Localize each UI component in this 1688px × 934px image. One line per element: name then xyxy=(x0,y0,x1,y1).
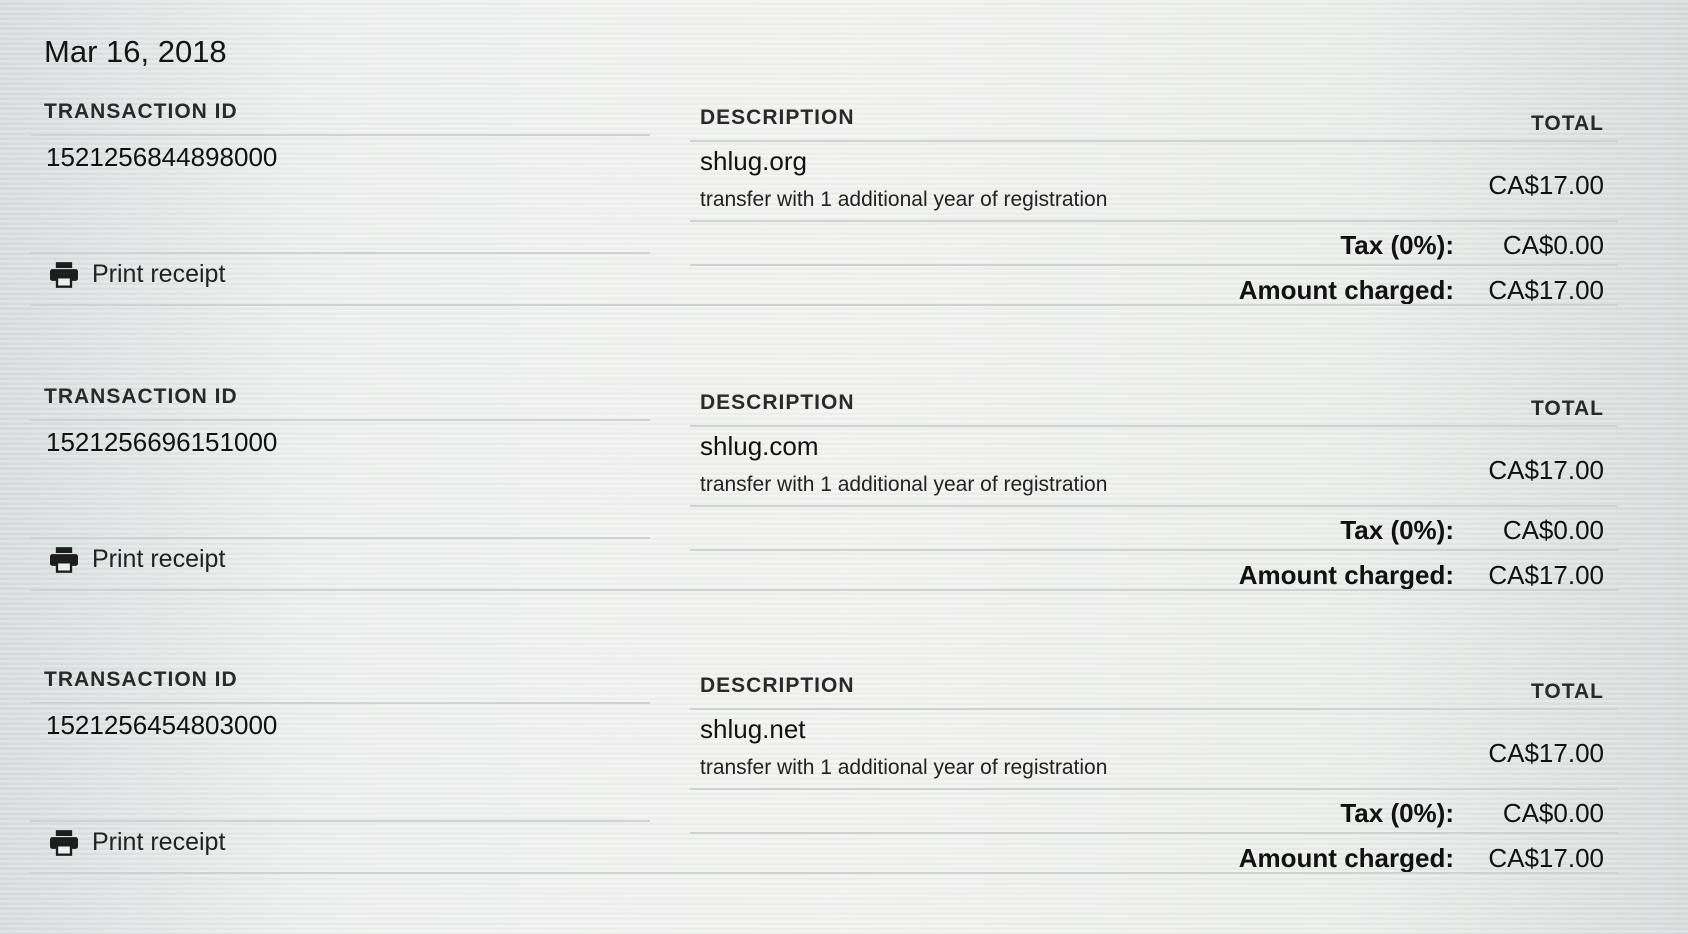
description-text: transfer with 1 additional year of regis… xyxy=(700,756,1108,779)
divider xyxy=(690,505,1618,507)
divider xyxy=(30,134,650,136)
total-header: TOTAL xyxy=(1530,112,1604,135)
tax-label: Tax (0%): xyxy=(1340,230,1454,260)
total-header: TOTAL xyxy=(1530,680,1604,703)
transaction-block: TRANSACTION ID 1521256454803000 DESCRIPT… xyxy=(30,668,1618,898)
transaction-date: Mar 16, 2018 xyxy=(44,34,227,69)
transaction-id-header: TRANSACTION ID xyxy=(44,668,238,691)
print-receipt-button[interactable]: Print receipt xyxy=(50,828,225,857)
tax-label: Tax (0%): xyxy=(1340,515,1454,545)
divider xyxy=(690,220,1618,222)
divider xyxy=(690,264,1618,266)
total-value: CA$17.00 xyxy=(1488,170,1604,200)
transaction-id-value: 1521256454803000 xyxy=(46,710,278,740)
tax-value: CA$0.00 xyxy=(1502,798,1604,828)
amount-charged-value: CA$17.00 xyxy=(1488,843,1604,873)
print-receipt-label: Print receipt xyxy=(92,545,226,573)
description-header: DESCRIPTION xyxy=(700,391,855,414)
divider xyxy=(30,872,1618,874)
total-value: CA$17.00 xyxy=(1488,455,1604,485)
transaction-block: TRANSACTION ID 1521256844898000 DESCRIPT… xyxy=(30,100,1618,330)
print-receipt-button[interactable]: Print receipt xyxy=(50,260,225,289)
print-receipt-button[interactable]: Print receipt xyxy=(50,545,225,574)
transaction-id-header: TRANSACTION ID xyxy=(44,100,238,123)
print-receipt-label: Print receipt xyxy=(92,260,226,288)
domain-name: shlug.net xyxy=(700,714,806,744)
divider xyxy=(690,708,1618,710)
divider xyxy=(690,425,1618,427)
description-header: DESCRIPTION xyxy=(700,674,855,697)
print-receipt-label: Print receipt xyxy=(92,828,226,856)
divider xyxy=(30,419,650,421)
tax-value: CA$0.00 xyxy=(1502,230,1604,260)
total-header: TOTAL xyxy=(1530,397,1604,420)
tax-label: Tax (0%): xyxy=(1340,798,1454,828)
amount-charged-value: CA$17.00 xyxy=(1488,275,1604,305)
transaction-block: TRANSACTION ID 1521256696151000 DESCRIPT… xyxy=(30,385,1618,615)
transaction-id-value: 1521256696151000 xyxy=(46,427,278,457)
divider xyxy=(690,832,1618,834)
divider xyxy=(30,820,650,822)
domain-name: shlug.org xyxy=(700,146,807,176)
divider xyxy=(30,702,650,704)
transaction-id-value: 1521256844898000 xyxy=(46,142,278,172)
receipt-screen: Mar 16, 2018 TRANSACTION ID 152125684489… xyxy=(0,0,1688,934)
divider xyxy=(690,549,1618,551)
printer-icon xyxy=(50,829,78,856)
divider xyxy=(30,537,650,539)
divider xyxy=(690,788,1618,790)
description-text: transfer with 1 additional year of regis… xyxy=(700,188,1108,211)
divider xyxy=(30,589,1618,591)
description-header: DESCRIPTION xyxy=(700,106,855,129)
amount-charged-label: Amount charged: xyxy=(1238,560,1454,590)
amount-charged-value: CA$17.00 xyxy=(1488,560,1604,590)
divider xyxy=(690,140,1618,142)
printer-icon xyxy=(50,546,78,573)
description-text: transfer with 1 additional year of regis… xyxy=(700,473,1108,496)
amount-charged-label: Amount charged: xyxy=(1238,843,1454,873)
total-value: CA$17.00 xyxy=(1488,738,1604,768)
printer-icon xyxy=(50,261,78,288)
domain-name: shlug.com xyxy=(700,431,819,461)
transaction-id-header: TRANSACTION ID xyxy=(44,385,238,408)
divider xyxy=(30,252,650,254)
tax-value: CA$0.00 xyxy=(1502,515,1604,545)
amount-charged-label: Amount charged: xyxy=(1238,275,1454,305)
divider xyxy=(30,304,1618,306)
